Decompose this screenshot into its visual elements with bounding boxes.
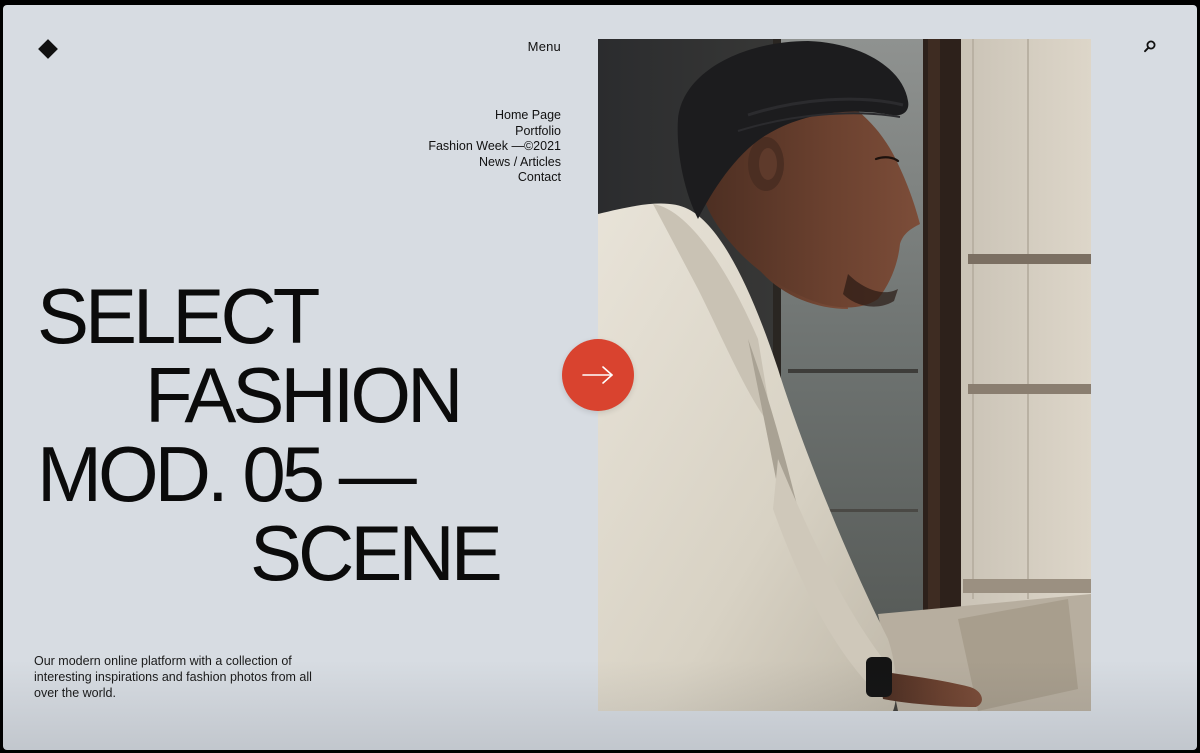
menu-button[interactable]: Menu xyxy=(528,39,561,54)
nav-item-news-articles[interactable]: News / Articles xyxy=(428,155,561,171)
main-navigation: Home Page Portfolio Fashion Week —©2021 … xyxy=(428,108,561,186)
headline-line-4: SCENE xyxy=(250,509,503,597)
arrow-right-icon xyxy=(582,366,613,384)
landing-page: Menu Home Page Portfolio Fashion Week —©… xyxy=(3,5,1197,750)
nav-item-fashion-week[interactable]: Fashion Week —©2021 xyxy=(428,139,561,155)
headline-line-3: MOD. 05 — xyxy=(37,430,417,518)
nav-item-contact[interactable]: Contact xyxy=(428,170,561,186)
nav-item-home[interactable]: Home Page xyxy=(428,108,561,124)
headline-line-1: SELECT xyxy=(37,272,320,360)
hero-description: Our modern online platform with a collec… xyxy=(34,654,312,700)
next-arrow-button[interactable] xyxy=(562,339,634,411)
hero-photo xyxy=(598,39,1091,711)
portrait-illustration xyxy=(598,39,1091,711)
search-icon[interactable] xyxy=(1143,39,1157,53)
diamond-logo-icon[interactable] xyxy=(38,39,58,59)
hero-headline: SELECT FASHION MOD. 05 — SCENE xyxy=(37,272,503,597)
nav-item-portfolio[interactable]: Portfolio xyxy=(428,124,561,140)
headline-line-2: FASHION xyxy=(145,351,463,439)
